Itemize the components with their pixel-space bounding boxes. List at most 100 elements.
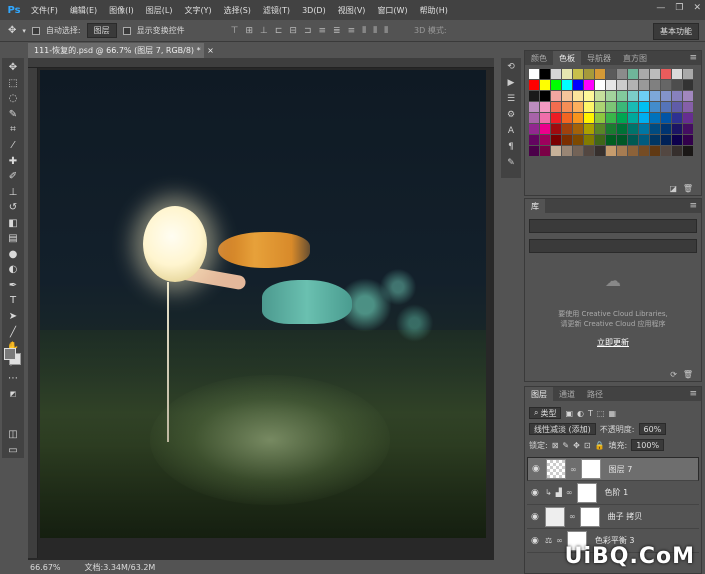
color-swatch[interactable]: [529, 80, 539, 90]
menu-filter[interactable]: 滤镜(T): [257, 5, 296, 16]
layer-row[interactable]: ◉ ∞ 曲子 拷贝: [527, 505, 699, 529]
layer-name[interactable]: 曲子 拷贝: [608, 511, 643, 522]
color-swatch[interactable]: [562, 80, 572, 90]
foreground-color-swatch[interactable]: [4, 348, 16, 360]
color-swatch[interactable]: [551, 135, 561, 145]
color-swatch[interactable]: [617, 91, 627, 101]
lock-artboard-icon[interactable]: ⊡: [584, 441, 591, 450]
color-swatch[interactable]: [562, 135, 572, 145]
color-swatch[interactable]: [606, 80, 616, 90]
color-swatch[interactable]: [606, 135, 616, 145]
tab-channels[interactable]: 通道: [553, 387, 581, 401]
tab-swatches[interactable]: 色板: [553, 51, 581, 65]
menu-file[interactable]: 文件(F): [25, 5, 64, 16]
zoom-level[interactable]: 66.67%: [30, 563, 61, 572]
color-swatch[interactable]: [650, 80, 660, 90]
color-swatch[interactable]: [584, 146, 594, 156]
clone-stamp-tool-icon[interactable]: ⊥: [5, 185, 21, 199]
color-swatch[interactable]: [562, 69, 572, 79]
color-swatch[interactable]: [562, 102, 572, 112]
color-swatch[interactable]: [683, 102, 693, 112]
color-swatch[interactable]: [650, 146, 660, 156]
color-swatch[interactable]: [617, 69, 627, 79]
lock-all-icon[interactable]: 🔒: [595, 441, 605, 450]
minimize-button[interactable]: —: [656, 3, 665, 13]
color-swatch[interactable]: [584, 135, 594, 145]
blend-mode-dropdown[interactable]: 线性减淡 (添加): [529, 423, 596, 435]
color-swatch[interactable]: [573, 91, 583, 101]
actions-panel-icon[interactable]: ▶: [508, 78, 515, 88]
close-button[interactable]: ✕: [693, 3, 701, 13]
color-swatch[interactable]: [628, 69, 638, 79]
color-swatch[interactable]: [540, 69, 550, 79]
color-swatch[interactable]: [573, 113, 583, 123]
color-swatch[interactable]: [540, 124, 550, 134]
marquee-tool-icon[interactable]: ⬚: [5, 77, 21, 91]
color-swatch[interactable]: [540, 113, 550, 123]
color-swatch[interactable]: [683, 146, 693, 156]
healing-brush-tool-icon[interactable]: ✚: [5, 154, 21, 168]
layer-name[interactable]: 图层 7: [609, 464, 633, 475]
color-swatch[interactable]: [606, 146, 616, 156]
color-swatch[interactable]: [551, 91, 561, 101]
history-brush-tool-icon[interactable]: ↺: [5, 201, 21, 215]
color-swatch[interactable]: [639, 91, 649, 101]
color-swatch[interactable]: [628, 102, 638, 112]
filter-pixel-icon[interactable]: ▣: [565, 409, 573, 418]
library-delete-icon[interactable]: 🗑: [683, 370, 693, 379]
color-swatch[interactable]: [595, 146, 605, 156]
tab-color[interactable]: 颜色: [525, 51, 553, 65]
color-swatch[interactable]: [617, 113, 627, 123]
color-swatch[interactable]: [584, 80, 594, 90]
visibility-eye-icon[interactable]: ◉: [531, 512, 541, 522]
color-swatch[interactable]: [562, 146, 572, 156]
color-swatch[interactable]: [639, 124, 649, 134]
new-swatch-icon[interactable]: ◪: [669, 184, 677, 193]
color-swatch[interactable]: [595, 69, 605, 79]
color-swatch[interactable]: [661, 146, 671, 156]
line-tool-icon[interactable]: ╱: [5, 325, 21, 339]
color-swatch[interactable]: [573, 124, 583, 134]
color-swatch[interactable]: [573, 69, 583, 79]
default-colors-icon[interactable]: ◩: [5, 387, 21, 401]
path-select-tool-icon[interactable]: ➤: [5, 310, 21, 324]
color-swatch[interactable]: [617, 146, 627, 156]
color-swatch[interactable]: [529, 146, 539, 156]
align-right-icon[interactable]: ⊐: [304, 26, 312, 36]
workspace-dropdown[interactable]: 基本功能: [653, 23, 699, 40]
color-swatch[interactable]: [683, 135, 693, 145]
opacity-input[interactable]: 60%: [638, 423, 667, 435]
document-image[interactable]: [40, 70, 486, 538]
color-swatch[interactable]: [661, 113, 671, 123]
color-swatch[interactable]: [540, 80, 550, 90]
eraser-tool-icon[interactable]: ◧: [5, 216, 21, 230]
menu-layer[interactable]: 图层(L): [140, 5, 179, 16]
color-swatch[interactable]: [540, 91, 550, 101]
color-swatch[interactable]: [595, 135, 605, 145]
color-swatch[interactable]: [672, 80, 682, 90]
tool-preset-chevron-icon[interactable]: ▾: [22, 27, 26, 35]
menu-type[interactable]: 文字(Y): [178, 5, 217, 16]
maximize-button[interactable]: ❐: [675, 3, 683, 13]
pen-tool-icon[interactable]: ✒: [5, 279, 21, 293]
color-swatch[interactable]: [573, 135, 583, 145]
align-vcenter-icon[interactable]: ⊞: [245, 26, 253, 36]
gradient-tool-icon[interactable]: ▤: [5, 232, 21, 246]
panel-menu-icon[interactable]: ≡: [689, 389, 697, 399]
color-swatch[interactable]: [551, 146, 561, 156]
lasso-tool-icon[interactable]: ◌: [5, 92, 21, 106]
tab-paths[interactable]: 路径: [581, 387, 609, 401]
filter-shape-icon[interactable]: ⬚: [597, 409, 605, 418]
color-swatch[interactable]: [573, 146, 583, 156]
color-swatch[interactable]: [562, 113, 572, 123]
color-swatch[interactable]: [584, 69, 594, 79]
color-swatch[interactable]: [606, 113, 616, 123]
library-dropdown[interactable]: [529, 219, 697, 233]
auto-select-checkbox[interactable]: [31, 26, 40, 35]
adjust-panel-icon[interactable]: ☰: [507, 94, 515, 104]
panel-menu-icon[interactable]: ≡: [689, 53, 697, 63]
visibility-eye-icon[interactable]: ◉: [531, 536, 541, 546]
color-swatch[interactable]: [628, 124, 638, 134]
lock-image-icon[interactable]: ✎: [562, 441, 569, 450]
color-swatch[interactable]: [661, 135, 671, 145]
